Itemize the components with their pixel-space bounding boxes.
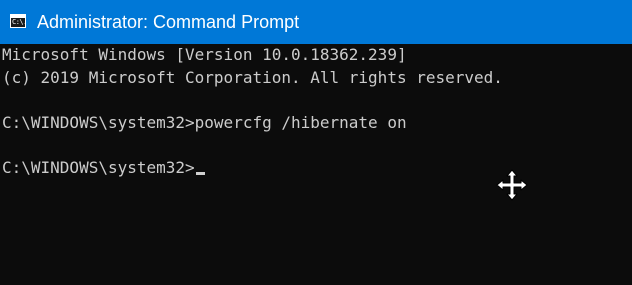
console-line-command: C:\WINDOWS\system32>powercfg /hibernate … <box>2 112 407 132</box>
title-bar[interactable]: C:\. Administrator: Command Prompt <box>0 0 632 44</box>
text-cursor <box>195 171 205 175</box>
console-line-version: Microsoft Windows [Version 10.0.18362.23… <box>2 45 407 64</box>
move-cursor-icon <box>496 169 528 201</box>
console-prompt-line[interactable]: C:\WINDOWS\system32> <box>2 157 632 180</box>
window-title: Administrator: Command Prompt <box>37 12 300 32</box>
console-line-copyright: (c) 2019 Microsoft Corporation. All righ… <box>2 67 503 87</box>
console-output[interactable]: Microsoft Windows [Version 10.0.18362.23… <box>0 44 632 285</box>
console-prompt: C:\WINDOWS\system32> <box>2 157 195 177</box>
icon-prompt-glyph: C:\. <box>12 18 27 26</box>
command-prompt-window[interactable]: C:\. Administrator: Command Prompt Micro… <box>0 0 632 285</box>
cmd-console-icon[interactable]: C:\. <box>10 14 27 28</box>
